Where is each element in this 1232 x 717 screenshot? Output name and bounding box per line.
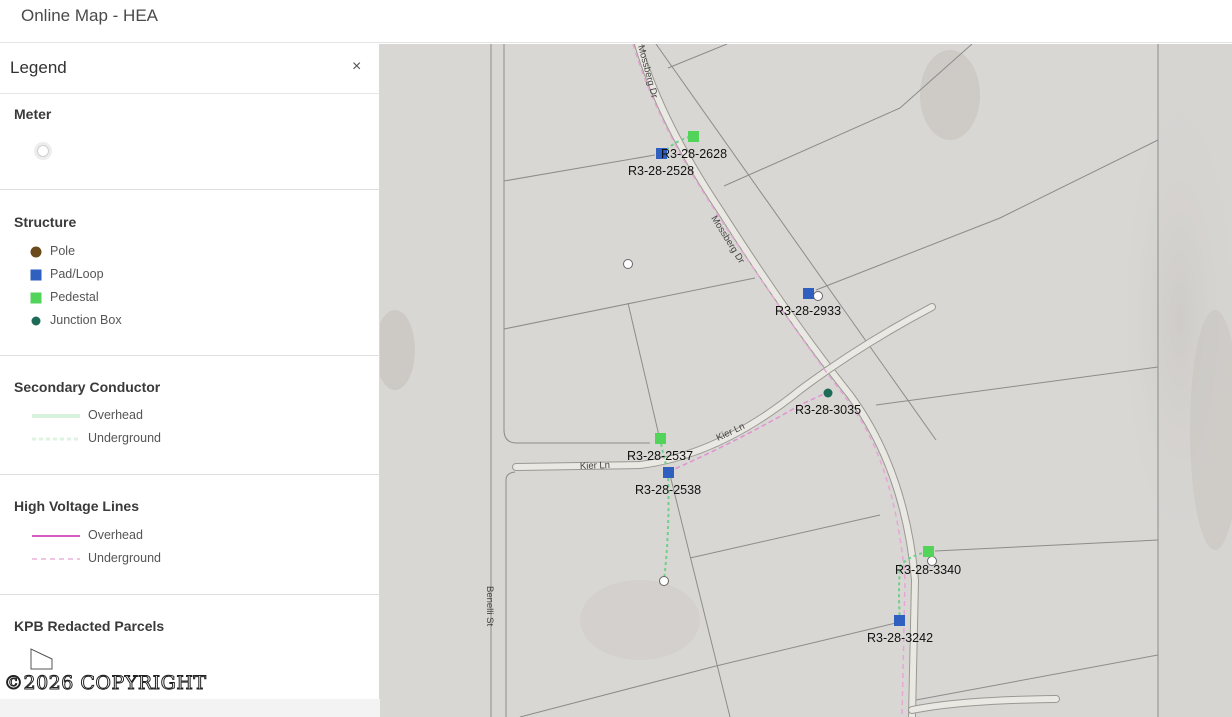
pedestal-point	[923, 546, 934, 557]
pedestal-point	[688, 131, 699, 142]
legend-item-junction-box: Junction Box	[50, 313, 122, 327]
feature-label: R3-28-3242	[867, 631, 933, 645]
road-label: Kier Ln	[580, 460, 610, 472]
meter-symbol-icon	[34, 142, 52, 160]
feature-label: R3-28-3035	[795, 403, 861, 417]
section-title: KPB Redacted Parcels	[14, 618, 165, 634]
legend-item-hv-underground: Underground	[88, 551, 161, 565]
meter-point	[813, 291, 823, 301]
pedestal-icon	[30, 292, 42, 304]
feature-label: R3-28-2538	[635, 483, 701, 497]
legend-item-overhead: Overhead	[88, 408, 143, 422]
underground-line-icon	[32, 437, 80, 441]
feature-label: R3-28-2537	[627, 449, 693, 463]
overhead-line-icon	[32, 414, 80, 418]
feature-label: R3-28-3340	[895, 563, 961, 577]
app-title: Online Map - HEA	[21, 6, 158, 25]
legend-header: Legend ×	[0, 44, 379, 94]
legend-footer-strip	[0, 699, 380, 717]
meter-point	[659, 576, 669, 586]
close-icon[interactable]: ×	[352, 58, 361, 76]
pad-loop-point	[663, 467, 674, 478]
legend-section-secondary-conductor: Secondary Conductor Overhead Underground	[0, 356, 380, 475]
section-title: Structure	[14, 214, 77, 230]
map-canvas[interactable]: Mossberg Dr Mossberg Dr Kier Ln Kier Ln …	[380, 44, 1232, 717]
junction-box-icon	[31, 316, 41, 326]
meter-point	[623, 259, 633, 269]
top-bar: Online Map - HEA	[0, 0, 1232, 43]
legend-item-underground: Underground	[88, 431, 161, 445]
pole-icon	[30, 246, 42, 258]
legend-title: Legend	[10, 58, 67, 77]
feature-label: R3-28-2628	[661, 147, 727, 161]
copyright-watermark: ©2026 COPYRIGHT	[4, 672, 207, 695]
legend-section-high-voltage-lines: High Voltage Lines Overhead Underground	[0, 475, 380, 595]
feature-label: R3-28-2528	[628, 164, 694, 178]
road-label: Benelli St	[484, 586, 495, 626]
legend-section-structure: Structure Pole Pad/Loop Pedestal Junctio…	[0, 190, 380, 356]
feature-label: R3-28-2933	[775, 304, 841, 318]
legend-item-hv-overhead: Overhead	[88, 528, 143, 542]
legend-item-pole: Pole	[50, 244, 76, 258]
map-view[interactable]: Mossberg Dr Mossberg Dr Kier Ln Kier Ln …	[380, 44, 1232, 717]
legend-panel: Legend × Meter Structure Pole Pad/Loop P…	[0, 44, 380, 717]
legend-item-pad-loop: Pad/Loop	[50, 267, 104, 281]
pedestal-point	[655, 433, 666, 444]
section-title: High Voltage Lines	[14, 498, 139, 514]
section-title: Secondary Conductor	[14, 379, 161, 395]
section-title: Meter	[14, 106, 52, 122]
hv-overhead-line-icon	[32, 535, 80, 537]
legend-section-meter: Meter	[0, 94, 380, 190]
pad-loop-point	[894, 615, 905, 626]
parcel-polygon-icon	[30, 648, 53, 670]
pad-loop-point	[803, 288, 814, 299]
legend-item-pedestal: Pedestal	[50, 290, 99, 304]
junction-box-point	[823, 388, 833, 398]
hv-underground-line-icon	[32, 558, 80, 560]
pad-loop-icon	[30, 269, 42, 281]
